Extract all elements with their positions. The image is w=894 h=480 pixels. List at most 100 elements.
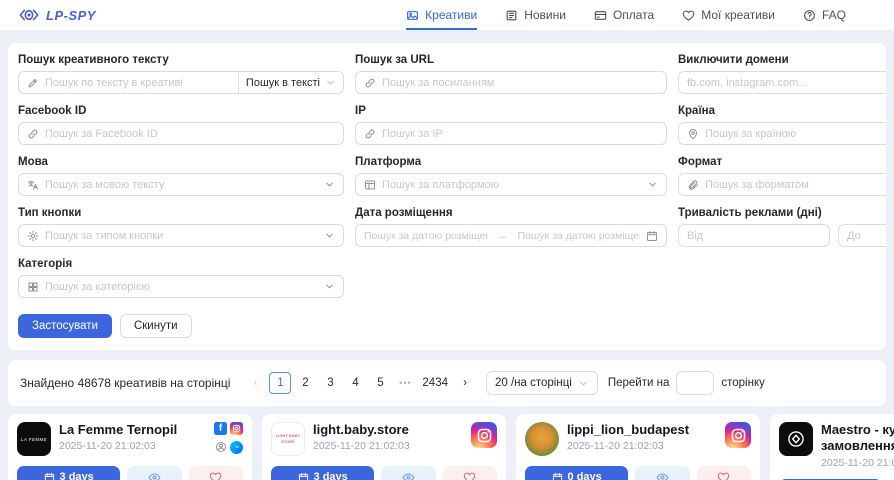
filter-category: Категорія Пошук за категорією xyxy=(18,258,344,298)
exclude-domains-input[interactable] xyxy=(687,77,886,89)
chevron-down-icon xyxy=(647,179,658,190)
creative-card[interactable]: LA FEMME La Femme Ternopil 2025-11-20 21… xyxy=(8,414,252,480)
date-from-placeholder: Пошук за датою розміщення xyxy=(364,230,487,242)
card-date: 2025-11-20 21:02:03 xyxy=(567,440,689,452)
field-label: Тип кнопки xyxy=(18,207,344,219)
chevron-down-icon xyxy=(578,378,589,389)
button-type-select[interactable]: Пошук за типом кнопки xyxy=(18,224,344,247)
filters-panel: Пошук креативного тексту Пошук в тексті … xyxy=(8,43,886,350)
results-bar: Знайдено 48678 креативів на сторінці ‹ 1… xyxy=(8,360,886,406)
field-label: Facebook ID xyxy=(18,105,344,117)
heart-icon xyxy=(209,471,222,480)
platform-select[interactable]: Пошук за платформою xyxy=(355,173,667,196)
preview-button[interactable] xyxy=(635,466,689,480)
main-nav: Креативи Новини Оплата Мої креативи FAQ xyxy=(406,0,846,30)
chevron-down-icon xyxy=(324,281,335,292)
nav-item-faq[interactable]: FAQ xyxy=(803,0,846,30)
pagination-page-4[interactable]: 4 xyxy=(344,372,366,394)
duration-from-input[interactable] xyxy=(687,230,821,242)
filter-facebook-id: Facebook ID xyxy=(18,105,344,145)
pagination-prev[interactable]: ‹ xyxy=(244,372,266,394)
nav-label: FAQ xyxy=(822,8,846,22)
eye-icon xyxy=(402,471,415,480)
image-icon xyxy=(406,9,419,22)
category-select[interactable]: Пошук за категорією xyxy=(18,275,344,298)
preview-button[interactable] xyxy=(381,466,435,480)
creatives-row: LA FEMME La Femme Ternopil 2025-11-20 21… xyxy=(0,414,894,480)
question-icon xyxy=(803,9,816,22)
creative-card[interactable]: Maestro - кухні, ме замовлення в Ужго 20… xyxy=(770,414,894,480)
pagination-last-page[interactable]: 2434 xyxy=(419,372,451,394)
avatar xyxy=(525,422,559,456)
messenger-icon[interactable] xyxy=(230,441,243,454)
url-input[interactable] xyxy=(382,77,658,89)
link-icon xyxy=(364,77,376,89)
favorite-button[interactable] xyxy=(189,466,243,480)
creative-card[interactable]: lippi_lion_budapest 2025-11-20 21:02:03 … xyxy=(516,414,760,480)
logo-eye-icon xyxy=(18,7,40,23)
language-select[interactable]: Пошук за мовою тексту xyxy=(18,173,344,196)
nav-label: Мої креативи xyxy=(701,8,775,22)
pagination-next[interactable]: › xyxy=(454,372,476,394)
network-icons xyxy=(725,422,751,456)
nav-item-payment[interactable]: Оплата xyxy=(594,0,654,30)
creative-card[interactable]: LIGHT BABY STORE light.baby.store 2025-1… xyxy=(262,414,506,480)
text-search-mode-select[interactable]: Пошук в тексті xyxy=(238,71,344,94)
filter-format: Формат xyxy=(678,156,886,196)
pagination-page-5[interactable]: 5 xyxy=(369,372,391,394)
emblem-icon xyxy=(786,429,806,449)
preview-button[interactable] xyxy=(127,466,181,480)
filter-url: Пошук за URL xyxy=(355,54,667,94)
card-date: 2025-11-20 21:02:03 xyxy=(59,440,177,452)
select-placeholder: Пошук за типом кнопки xyxy=(45,230,318,242)
brand-name: LP-SPY xyxy=(46,8,96,23)
days-button[interactable]: 3 days xyxy=(17,466,120,480)
facebook-id-input[interactable] xyxy=(45,128,335,140)
nav-item-creatives[interactable]: Креативи xyxy=(406,0,477,30)
reset-button[interactable]: Скинути xyxy=(120,314,192,338)
apply-button[interactable]: Застосувати xyxy=(18,314,112,338)
profile-icon[interactable] xyxy=(214,441,227,454)
favorite-button[interactable] xyxy=(443,466,497,480)
nav-item-my-creatives[interactable]: Мої креативи xyxy=(682,0,775,30)
results-summary: Знайдено 48678 креативів на сторінці xyxy=(20,376,230,390)
news-icon xyxy=(505,9,518,22)
favorite-button[interactable] xyxy=(697,466,751,480)
date-range-picker[interactable]: Пошук за датою розміщення → Пошук за дат… xyxy=(355,224,667,247)
field-label: Пошук креативного тексту xyxy=(18,54,344,66)
pagination-page-1[interactable]: 1 xyxy=(269,372,291,394)
grid-icon xyxy=(27,281,39,293)
page-size-select[interactable]: 20 /на сторінці xyxy=(486,371,598,395)
arrow-right-icon: → xyxy=(493,230,512,242)
pagination-page-2[interactable]: 2 xyxy=(294,372,316,394)
field-label: Виключити домени xyxy=(678,54,886,66)
days-button[interactable]: 3 days xyxy=(271,466,374,480)
field-label: Мова xyxy=(18,156,344,168)
days-button[interactable]: 0 days xyxy=(525,466,628,480)
pencil-icon xyxy=(27,77,39,89)
country-input[interactable] xyxy=(705,128,886,140)
creative-text-input[interactable] xyxy=(45,77,230,89)
window-icon xyxy=(364,179,376,191)
instagram-icon[interactable] xyxy=(230,422,243,435)
pagination-page-3[interactable]: 3 xyxy=(319,372,341,394)
brand-logo[interactable]: LP-SPY xyxy=(18,7,96,23)
pagination-ellipsis: ••• xyxy=(394,372,416,394)
filter-placement-date: Дата розміщення Пошук за датою розміщенн… xyxy=(355,207,667,247)
instagram-icon[interactable] xyxy=(471,422,497,448)
field-label: Дата розміщення xyxy=(355,207,667,219)
date-to-placeholder: Пошук за датою розміщення xyxy=(518,230,641,242)
card-date: 2025-11-20 21:02:03 xyxy=(821,457,894,469)
card-title: La Femme Ternopil xyxy=(59,422,177,438)
select-placeholder: Пошук за категорією xyxy=(45,281,318,293)
facebook-icon[interactable]: f xyxy=(214,422,227,435)
field-label: Країна xyxy=(678,105,886,117)
duration-to-input[interactable] xyxy=(847,230,886,242)
goto-suffix: сторінку xyxy=(721,377,765,389)
ip-input[interactable] xyxy=(382,128,658,140)
format-input[interactable] xyxy=(705,179,886,191)
nav-item-news[interactable]: Новини xyxy=(505,0,566,30)
goto-page-input[interactable] xyxy=(676,371,714,395)
instagram-icon[interactable] xyxy=(725,422,751,448)
filter-duration: Тривалість реклами (дні) xyxy=(678,207,886,247)
